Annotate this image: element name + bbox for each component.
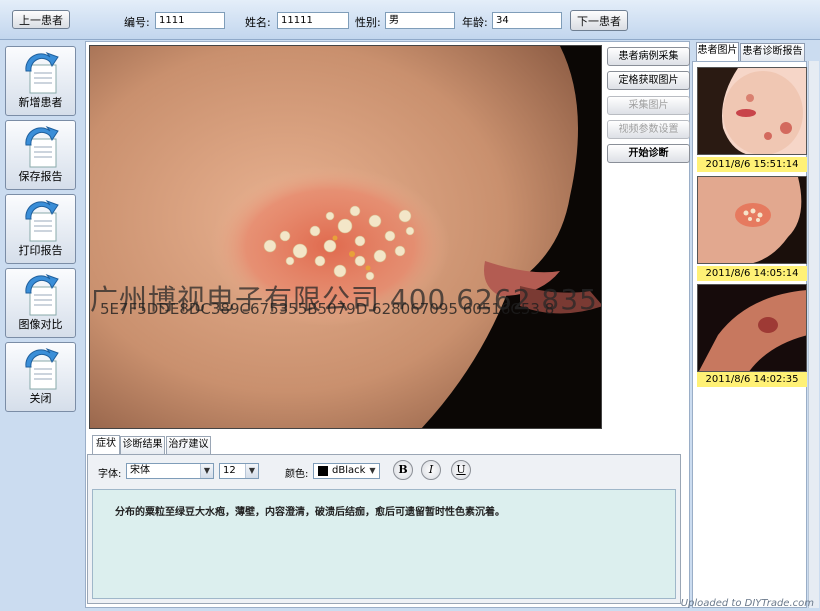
collect-case-button[interactable]: 患者病例采集: [607, 47, 690, 66]
gender-label: 性别:: [355, 16, 381, 29]
save-report-label: 保存报告: [18, 170, 63, 183]
chevron-down-icon[interactable]: ▼: [245, 464, 258, 478]
color-select[interactable]: dBlack ▼: [313, 463, 380, 479]
start-diagnosis-button[interactable]: 开始诊断: [607, 144, 690, 163]
image-timestamp: 2011/8/6 14:05:14: [697, 266, 807, 281]
tab-treatment-advice[interactable]: 治疗建议: [166, 436, 211, 454]
next-patient-button[interactable]: 下一患者: [570, 10, 628, 31]
save-report-icon: [25, 125, 59, 168]
image-compare-button[interactable]: 图像对比: [5, 268, 76, 338]
patient-image-thumbnail[interactable]: [697, 176, 807, 264]
footer-watermark: Uploaded to DIYTrade.com: [680, 598, 814, 609]
add-patient-button[interactable]: 新增患者: [5, 46, 76, 116]
images-scrollbar[interactable]: [808, 61, 819, 608]
id-field[interactable]: 1111: [155, 12, 225, 29]
video-settings-button[interactable]: 视频参数设置: [607, 120, 690, 139]
font-label: 字体:: [98, 469, 122, 480]
print-report-button[interactable]: 打印报告: [5, 194, 76, 264]
arm-thumbnail: [698, 285, 806, 371]
capture-frame-button[interactable]: 定格获取图片: [607, 71, 690, 90]
symptoms-text-area[interactable]: 分布的粟粒至绿豆大水疱，薄壁，内容澄清，破溃后结痂，愈后可遗留暂时性色素沉着。: [92, 489, 676, 599]
print-report-label: 打印报告: [18, 244, 63, 257]
capture-image-button[interactable]: 采集图片: [607, 96, 690, 115]
add-patient-label: 新增患者: [18, 96, 63, 109]
image-compare-icon: [25, 273, 59, 316]
tab-symptoms[interactable]: 症状: [92, 435, 120, 454]
close-icon: [25, 347, 59, 390]
previous-patient-button[interactable]: 上一患者: [12, 10, 70, 29]
font-size-value: 12: [223, 465, 236, 476]
image-timestamp: 2011/8/6 15:51:14: [697, 157, 807, 172]
color-swatch: [318, 466, 328, 476]
font-value: 宋体: [130, 465, 150, 476]
skin-photo-graphic: [90, 46, 601, 428]
image-timestamp: 2011/8/6 14:02:35: [697, 372, 807, 387]
tab-patient-images[interactable]: 患者图片: [696, 42, 739, 62]
tab-diagnosis-result[interactable]: 诊断结果: [120, 436, 165, 454]
tab-patient-reports[interactable]: 患者诊断报告: [740, 43, 805, 61]
chevron-down-icon[interactable]: ▼: [366, 464, 379, 478]
symptoms-text: 分布的粟粒至绿豆大水疱，薄壁，内容澄清，破溃后结痂，愈后可遗留暂时性色素沉着。: [115, 507, 505, 518]
id-label: 编号:: [124, 16, 150, 29]
face-thumbnail: [698, 68, 806, 154]
image-compare-label: 图像对比: [18, 318, 63, 331]
underline-button[interactable]: U: [451, 460, 471, 480]
main-skin-image[interactable]: [89, 45, 602, 429]
close-button[interactable]: 关闭: [5, 342, 76, 412]
color-label: 颜色:: [285, 469, 309, 480]
save-report-button[interactable]: 保存报告: [5, 120, 76, 190]
gender-field[interactable]: 男: [385, 12, 455, 29]
print-report-icon: [25, 199, 59, 242]
bold-button[interactable]: B: [393, 460, 413, 480]
font-select[interactable]: 宋体 ▼: [126, 463, 214, 479]
patient-image-thumbnail[interactable]: [697, 67, 807, 155]
age-label: 年龄:: [462, 16, 488, 29]
color-value: dBlack: [332, 465, 366, 476]
italic-button[interactable]: I: [421, 460, 441, 480]
chevron-down-icon[interactable]: ▼: [200, 464, 213, 478]
name-field[interactable]: 11111: [277, 12, 349, 29]
code-watermark: 5E7F5DDE8DC389C675355B5079D 628067095 60…: [100, 300, 555, 318]
patient-image-thumbnail[interactable]: [697, 284, 807, 372]
add-patient-icon: [25, 51, 59, 94]
close-label: 关闭: [29, 392, 52, 405]
font-size-select[interactable]: 12 ▼: [219, 463, 259, 479]
cheek-thumbnail: [698, 177, 806, 263]
name-label: 姓名:: [245, 16, 271, 29]
age-field[interactable]: 34: [492, 12, 562, 29]
